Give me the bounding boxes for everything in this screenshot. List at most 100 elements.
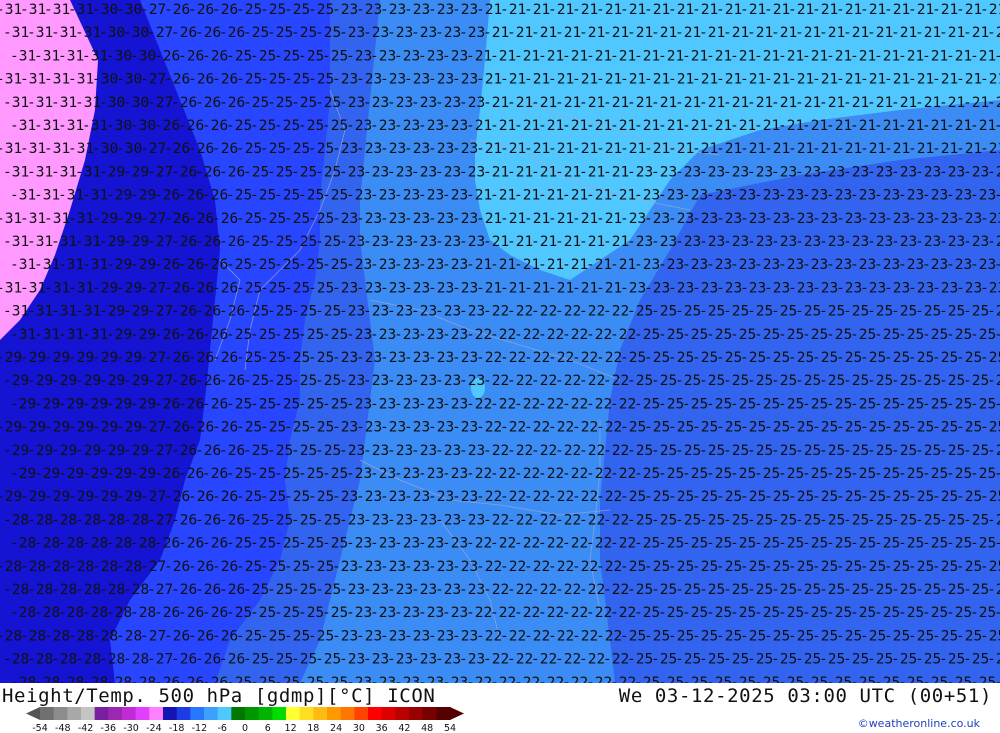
- contour-label: -27: [140, 350, 166, 366]
- contour-label: -28: [82, 675, 108, 683]
- contour-label: -23: [682, 188, 708, 204]
- contour-label: -23: [346, 466, 372, 482]
- contour-label: -23: [963, 164, 989, 180]
- contour-label: -23: [356, 559, 382, 575]
- contour-label: -31: [44, 280, 70, 296]
- contour-label: -25: [243, 373, 269, 389]
- contour-label: -26: [202, 605, 228, 621]
- contour-label: -26: [164, 420, 190, 436]
- contour-label: -23: [363, 512, 389, 528]
- contour-label: -21: [586, 48, 612, 64]
- contour-label: -23: [418, 605, 444, 621]
- legend-tick-label: -6: [217, 723, 226, 733]
- contour-label: -25: [939, 304, 965, 320]
- contour-label: -22: [562, 605, 588, 621]
- contour-label: -23: [915, 234, 941, 250]
- contour-label: -25: [932, 628, 958, 644]
- contour-label: -29: [68, 489, 94, 505]
- contour-label: -21: [579, 164, 605, 180]
- contour-label: -29: [123, 373, 149, 389]
- contour-label: -25: [812, 559, 838, 575]
- contour-label: -22: [524, 628, 550, 644]
- contour-label: -27: [140, 280, 166, 296]
- contour-label: -23: [404, 350, 430, 366]
- contour-label: -22: [507, 304, 533, 320]
- contour-label: -25: [284, 211, 310, 227]
- contour-label: -21: [682, 118, 708, 134]
- contour-label: -23: [843, 234, 869, 250]
- contour-label: -23: [764, 211, 790, 227]
- contour-label: -23: [956, 280, 982, 296]
- contour-label: -22: [490, 675, 516, 683]
- contour-label: -23: [788, 211, 814, 227]
- contour-label: -28: [20, 559, 46, 575]
- contour-label: -23: [380, 280, 406, 296]
- contour-label: -25: [939, 373, 965, 389]
- contour-label: -29: [68, 350, 94, 366]
- contour-label: -21: [514, 48, 540, 64]
- contour-label: -26: [188, 2, 214, 18]
- contour-label: -22: [507, 582, 533, 598]
- contour-label: -25: [963, 512, 989, 528]
- contour-label: -25: [236, 211, 262, 227]
- contour-label: -30: [106, 118, 132, 134]
- contour-label: -23: [428, 559, 454, 575]
- contour-label: -23: [843, 164, 869, 180]
- contour-label: -23: [730, 257, 756, 273]
- contour-label: -25: [826, 675, 852, 683]
- contour-label: -25: [226, 188, 252, 204]
- contour-label: -21: [555, 234, 581, 250]
- contour-label: -21: [596, 280, 622, 296]
- contour-label: -25: [236, 628, 262, 644]
- contour-label: -22: [610, 675, 636, 683]
- contour-label: -25: [963, 443, 989, 459]
- contour-label: -28: [82, 536, 108, 552]
- contour-label: -25: [819, 652, 845, 668]
- contour-label: -25: [764, 350, 790, 366]
- contour-label: -25: [620, 420, 646, 436]
- contour-label: -25: [922, 605, 948, 621]
- contour-label: -25: [706, 327, 732, 343]
- legend-swatch: [368, 707, 383, 720]
- contour-label: -23: [394, 327, 420, 343]
- contour-label: -25: [308, 559, 334, 575]
- contour-label: -25: [716, 420, 742, 436]
- contour-label: -25: [970, 675, 996, 683]
- contour-label: -25: [747, 512, 773, 528]
- contour-label: -25: [298, 188, 324, 204]
- contour-label: -26: [195, 582, 221, 598]
- contour-label: -25: [651, 443, 677, 459]
- contour-label: -21: [706, 48, 732, 64]
- contour-label: -26: [219, 164, 245, 180]
- contour-label: -25: [987, 582, 1000, 598]
- contour-label: -22: [603, 304, 629, 320]
- contour-label: -25: [298, 605, 324, 621]
- contour-label: -25: [668, 628, 694, 644]
- contour-label: -25: [226, 257, 252, 273]
- contour-label: -25: [291, 512, 317, 528]
- contour-label: -25: [730, 675, 756, 683]
- contour-label: -25: [658, 605, 684, 621]
- contour-label: -31: [51, 164, 77, 180]
- contour-label: -27: [147, 25, 173, 41]
- contour-label: -25: [620, 489, 646, 505]
- contour-label: -25: [778, 605, 804, 621]
- contour-label: -25: [963, 373, 989, 389]
- contour-label: -25: [843, 582, 869, 598]
- contour-label: -23: [332, 559, 358, 575]
- contour-label: -25: [994, 675, 1000, 683]
- contour-label: -28: [3, 652, 29, 668]
- legend-swatch: [108, 707, 123, 720]
- contour-label: -21: [651, 95, 677, 111]
- contour-label: -26: [195, 234, 221, 250]
- contour-label: -25: [980, 628, 1000, 644]
- credit-link[interactable]: ©weatheronline.co.uk: [858, 717, 980, 730]
- contour-label: -26: [188, 628, 214, 644]
- contour-label: -31: [51, 25, 77, 41]
- contour-label: -21: [915, 95, 941, 111]
- contour-label: -25: [658, 675, 684, 683]
- contour-label: -25: [867, 304, 893, 320]
- contour-label: -23: [404, 420, 430, 436]
- contour-label: -23: [370, 605, 396, 621]
- contour-label: -25: [267, 304, 293, 320]
